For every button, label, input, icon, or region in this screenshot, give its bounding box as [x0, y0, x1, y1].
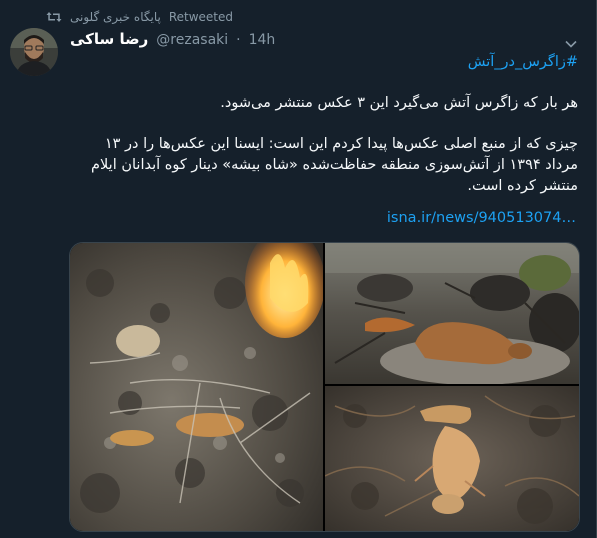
retweet-label: Retweeted: [168, 10, 233, 24]
tweet-card[interactable]: پایگاه خبری گلونی Retweeted رضا ساکی @re…: [0, 0, 597, 538]
retweet-context: پایگاه خبری گلونی Retweeted: [46, 8, 233, 26]
retweeter-name[interactable]: پایگاه خبری گلونی: [70, 10, 161, 24]
tweet-paragraph-2: چیزی که از منبع اصلی عکس‌ها پیدا کردم ای…: [91, 136, 578, 194]
tweet-paragraph-1: هر بار که زاگرس آتش می‌گیرد این ۳ عکس من…: [220, 95, 578, 111]
dead-squirrel-on-ash-photo[interactable]: [325, 386, 579, 531]
hashtag-link[interactable]: #زاگرس_در_آتش: [70, 52, 578, 73]
separator-dot: ·: [236, 32, 241, 48]
avatar[interactable]: [10, 28, 58, 76]
news-link[interactable]: isna.ir/news/940513074…: [387, 210, 576, 226]
tweet-header: رضا ساکی @rezasaki · 14h: [70, 30, 275, 50]
burned-ground-with-flames-photo[interactable]: [70, 243, 323, 531]
retweet-icon: [46, 11, 62, 23]
chevron-down-icon[interactable]: [564, 36, 578, 50]
author-display-name[interactable]: رضا ساکی: [70, 30, 148, 48]
burned-squirrel-on-rock-photo[interactable]: [325, 243, 579, 384]
author-handle[interactable]: @rezasaki: [156, 32, 228, 48]
tweet-text: #زاگرس_در_آتش هر بار که زاگرس آتش می‌گیر…: [70, 50, 578, 197]
tweet-timestamp[interactable]: 14h: [249, 32, 276, 48]
media-grid: [69, 242, 580, 532]
